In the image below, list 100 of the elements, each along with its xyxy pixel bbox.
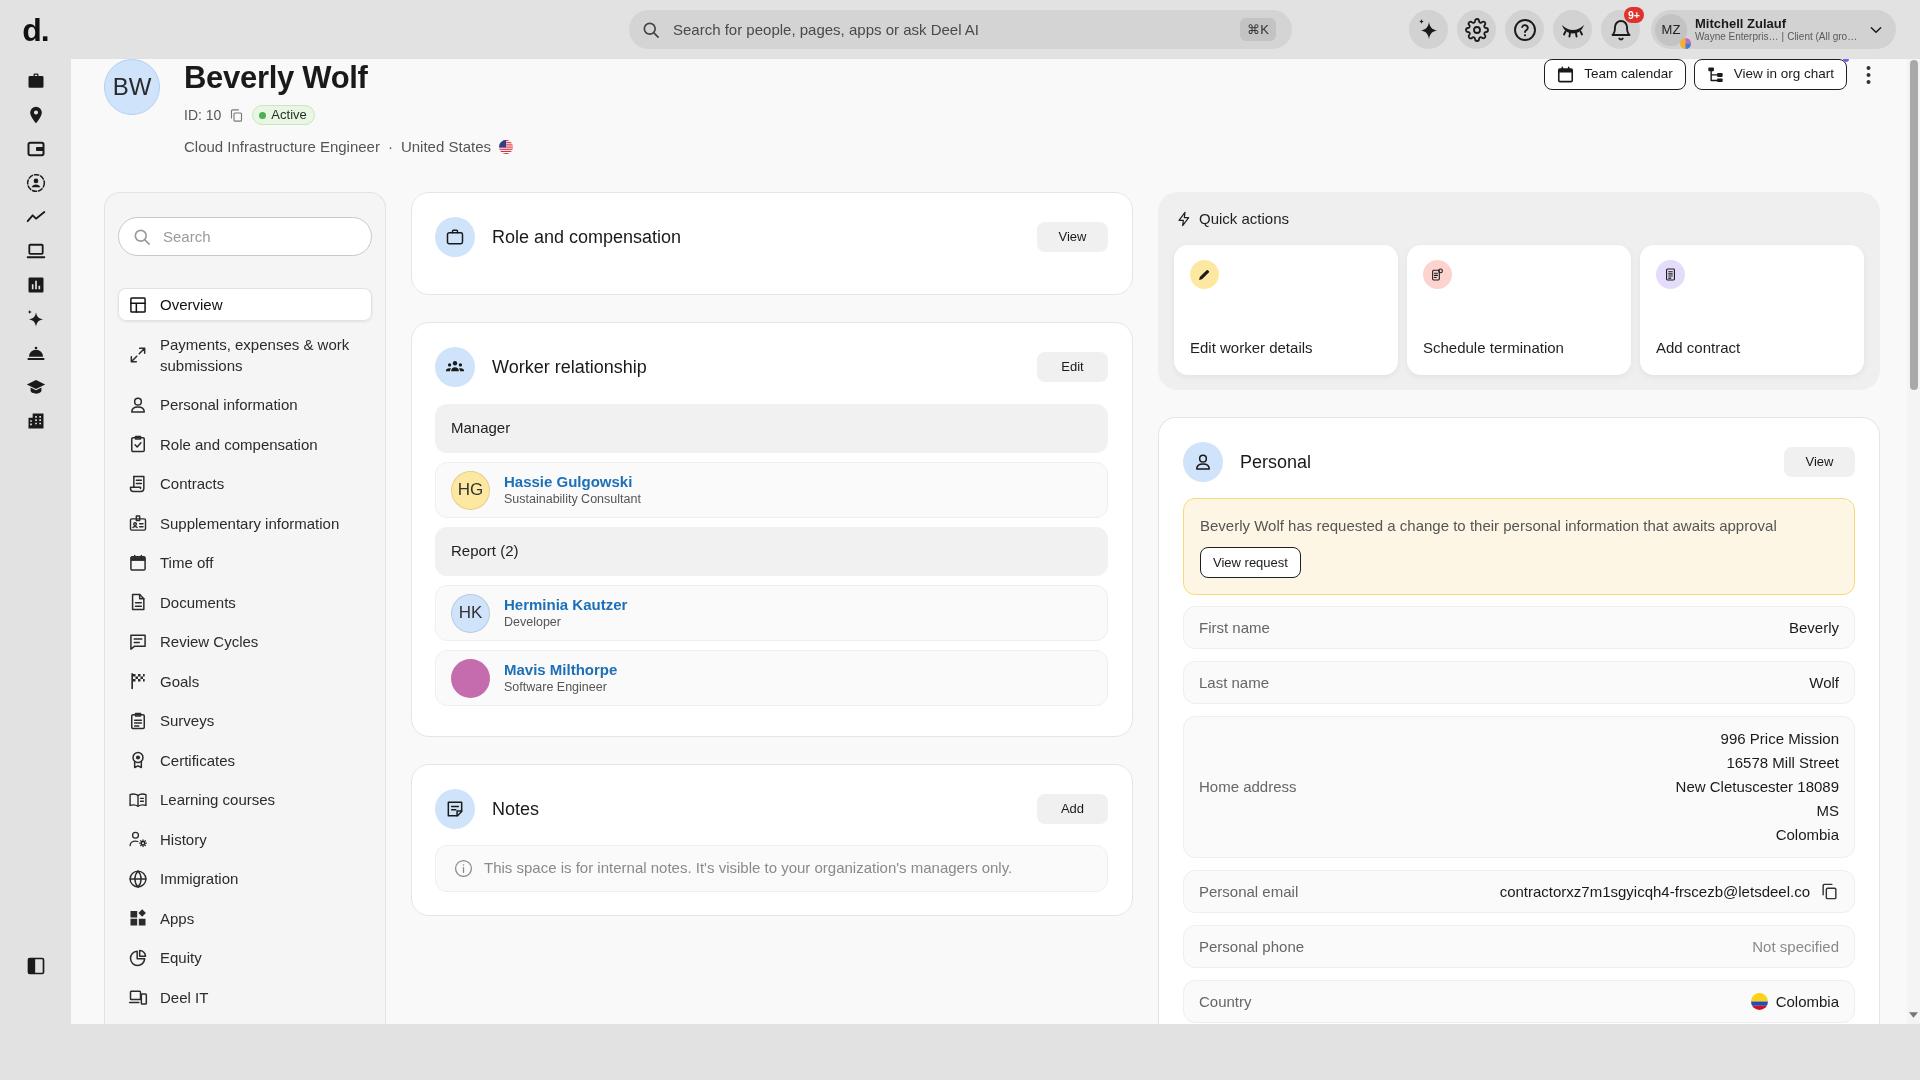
sidebar-nav-item[interactable]: Deel IT xyxy=(118,980,372,1014)
view-button[interactable]: View xyxy=(1784,447,1855,477)
org-chart-button[interactable]: View in org chart xyxy=(1693,59,1847,90)
add-button[interactable]: Add xyxy=(1037,794,1108,824)
view-button[interactable]: View xyxy=(1037,222,1108,252)
person-icon xyxy=(1183,442,1223,482)
address-line: MS xyxy=(1816,801,1839,821)
sidebar-nav-item[interactable]: Payments, expenses & work submissions xyxy=(118,327,372,382)
avatar-photo-placeholder xyxy=(451,658,490,698)
sidebar-nav-item[interactable]: Supplementary information xyxy=(118,506,372,540)
team-calendar-button[interactable]: Team calendar xyxy=(1544,59,1686,90)
widgets-icon xyxy=(128,908,148,928)
group-heading: Manager xyxy=(435,404,1108,453)
more-options-icon[interactable] xyxy=(1866,65,1871,84)
people-icon xyxy=(435,347,475,387)
field-label: Country xyxy=(1199,992,1252,1012)
scrollbar-thumb[interactable] xyxy=(1909,60,1918,390)
edit-button[interactable]: Edit xyxy=(1037,352,1108,382)
graduation-cap-icon[interactable] xyxy=(25,377,46,397)
id-badge-icon xyxy=(128,513,148,533)
status-dot-icon xyxy=(259,111,267,119)
group-heading: Report (2) xyxy=(435,527,1108,576)
devices-icon xyxy=(128,987,148,1007)
person-job-title: Software Engineer xyxy=(504,679,608,696)
job-title: Cloud Infrastructure Engineer xyxy=(184,136,380,157)
info-text: This space is for internal notes. It's visible to your organization's managers only. xyxy=(484,858,1013,879)
checkered-flag-icon xyxy=(128,671,148,691)
field-label: Last name xyxy=(1199,673,1270,693)
field-value: Colombia xyxy=(1775,992,1839,1012)
sidebar-nav-item[interactable]: Immigration xyxy=(118,862,372,895)
person-avatar: HK xyxy=(451,593,490,633)
sidebar-nav-item[interactable]: Personal information xyxy=(118,388,372,421)
sidebar-nav-item[interactable]: Documents xyxy=(118,585,372,619)
document-scroll-icon xyxy=(128,473,148,494)
notifications-button[interactable] xyxy=(1601,10,1640,49)
country-name: United States xyxy=(400,136,491,157)
help-button[interactable] xyxy=(1505,10,1544,49)
sidebar-nav-item[interactable]: Certificates xyxy=(118,743,372,777)
org-logo-icon xyxy=(1680,37,1691,49)
sidebar-nav-item[interactable]: Equity xyxy=(118,941,372,974)
sidebar-nav-item[interactable]: Apps xyxy=(118,901,372,935)
sidebar-toggle-icon[interactable] xyxy=(25,956,46,976)
card-title: Role and compensation xyxy=(492,225,682,249)
sidebar-nav-item[interactable]: History xyxy=(118,822,372,856)
address-line: 996 Price Mission xyxy=(1720,729,1839,749)
laptop-icon[interactable] xyxy=(25,241,46,261)
person-name-link[interactable]: Herminia Kautzer xyxy=(504,595,628,614)
field-label: Home address xyxy=(1199,777,1297,797)
field-label: Personal email xyxy=(1199,882,1299,902)
sidebar-search-field[interactable]: Search xyxy=(118,217,372,256)
person-circle-icon[interactable] xyxy=(25,173,46,193)
separator-dot: · xyxy=(387,136,393,157)
app-logo[interactable]: d. xyxy=(0,13,71,46)
help-icon xyxy=(1512,17,1537,42)
calendar-icon xyxy=(128,552,148,573)
colombia-flag-icon xyxy=(1750,993,1768,1010)
person-name-link[interactable]: Mavis Milthorpe xyxy=(504,660,618,679)
field-value: contractorxz7m1sgyicqh4-frscezb@letsdeel.co xyxy=(1499,882,1810,902)
sidebar-nav-item[interactable]: Review Cycles xyxy=(118,625,372,658)
field-value: Wolf xyxy=(1809,673,1839,693)
card-title: Worker relationship xyxy=(492,355,647,379)
sidebar-nav-item[interactable]: Contracts xyxy=(118,467,372,500)
status-label: Active xyxy=(271,106,307,125)
sidebar-nav-item[interactable]: Role and compensation xyxy=(118,427,372,461)
notification-count-badge: 9+ xyxy=(1624,7,1644,23)
shortcut-badge: ⌘K xyxy=(1240,18,1276,41)
organization-name: Wayne Enterpris… xyxy=(1695,31,1779,44)
org-chart-icon xyxy=(1705,65,1725,84)
card-title: Notes xyxy=(492,797,540,821)
sidebar-nav-item[interactable]: Time off xyxy=(118,546,372,579)
globe-icon xyxy=(128,868,148,889)
user-avatar: MZ xyxy=(1655,13,1687,46)
user-role: Client (All gro… xyxy=(1787,31,1858,44)
privacy-mode-button[interactable] xyxy=(1553,10,1592,49)
quick-action-card[interactable]: Edit worker details xyxy=(1174,245,1398,375)
sidebar-nav-item[interactable]: Surveys xyxy=(118,704,372,737)
user-name: Mitchell Zulauf xyxy=(1695,15,1787,32)
person-job-title: Developer xyxy=(504,614,562,631)
gear-icon xyxy=(1464,17,1489,42)
layout-icon xyxy=(128,294,148,315)
ai-assistant-button[interactable] xyxy=(1409,10,1448,49)
copy-icon[interactable] xyxy=(1820,882,1839,901)
sidebar-nav-item[interactable]: Goals xyxy=(118,664,372,698)
quick-action-card[interactable]: Schedule termination xyxy=(1407,245,1631,375)
clipboard-list-icon xyxy=(128,710,148,731)
person-name-link[interactable]: Hassie Gulgowski xyxy=(504,472,641,491)
view-request-button[interactable]: View request xyxy=(1200,547,1301,578)
person-job-title: Sustainability Consultant xyxy=(504,491,641,508)
sidebar-nav-item[interactable]: Overview xyxy=(118,288,372,321)
note-icon xyxy=(435,789,475,829)
scroll-down-arrow-icon[interactable] xyxy=(1909,1012,1918,1018)
quick-action-card[interactable]: Add contract xyxy=(1640,245,1864,375)
pie-chart-icon xyxy=(128,947,148,968)
separator-text: | xyxy=(1781,31,1785,44)
settings-button[interactable] xyxy=(1457,10,1496,49)
account-menu-button[interactable]: MZ Mitchell Zulauf Wayne Enterpris… | Client (All gro… xyxy=(1651,10,1896,49)
profile-avatar: BW xyxy=(104,59,160,115)
sidebar-nav-item[interactable]: Learning courses xyxy=(118,783,372,816)
address-line: 16578 Mill Street xyxy=(1726,753,1839,773)
wallet-icon[interactable] xyxy=(25,139,46,159)
